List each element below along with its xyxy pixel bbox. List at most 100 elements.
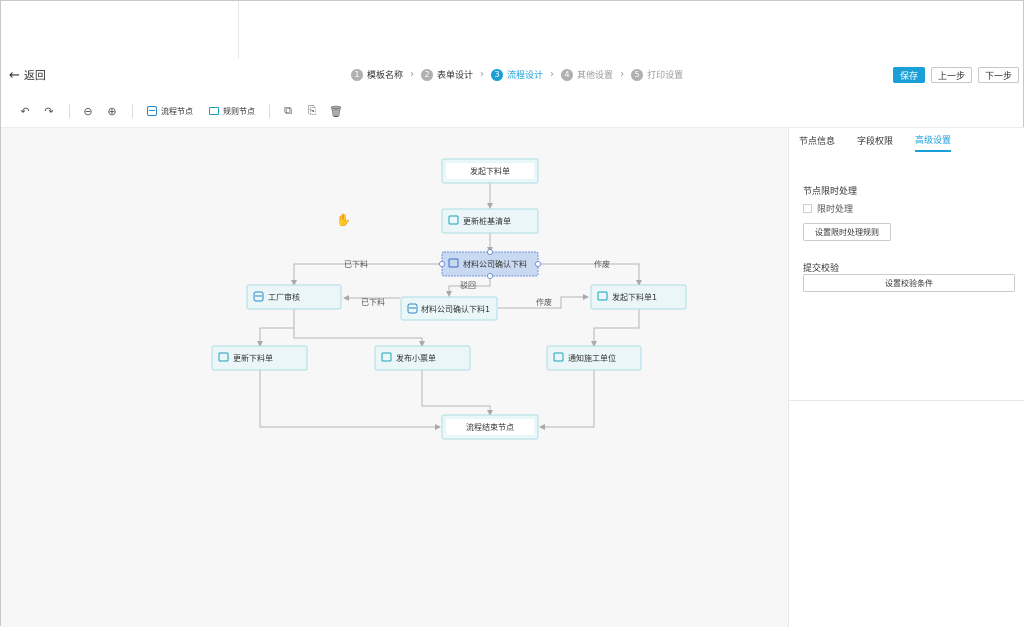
submit-check-button[interactable]: 设置校验条件: [803, 274, 1015, 292]
top-divider: [238, 1, 239, 59]
step-1[interactable]: 1 模板名称: [351, 68, 403, 81]
paste-button[interactable]: ⎘: [306, 104, 318, 117]
submit-check-title: 提交校验: [803, 264, 840, 274]
rule-node-label: 规则节点: [223, 106, 255, 116]
redo-button[interactable]: ↷: [43, 104, 55, 118]
redo-icon: ↷: [44, 104, 54, 118]
tab-node-info[interactable]: 节点信息: [799, 128, 835, 152]
paste-icon: ⎘: [307, 104, 317, 117]
node-factory-label: 工厂审核: [268, 292, 300, 302]
undo-icon: ↶: [20, 104, 30, 118]
anchor-handle[interactable]: [487, 249, 493, 255]
time-limit-rule-button[interactable]: 设置限时处理规则: [803, 223, 891, 241]
step-1-number: 1: [351, 68, 363, 81]
copy-button[interactable]: ⧉: [282, 104, 294, 117]
anchor-handle[interactable]: [439, 261, 445, 267]
flow-canvas[interactable]: 已下料 作废 驳回 已下料 作废 发起下料单 更新桩基清单 材料公司确认下料 工…: [1, 128, 788, 627]
node-notify[interactable]: 通知施工单位: [546, 345, 642, 371]
chevron-right-icon: ›: [480, 69, 485, 80]
edge-label-void-mid: 作废: [536, 297, 552, 307]
back-label: 返回: [23, 69, 46, 82]
panel-divider: [789, 400, 1024, 401]
node-start[interactable]: 发起下料单: [441, 158, 539, 184]
back-button[interactable]: ← 返回: [9, 67, 46, 83]
step-4-number: 4: [561, 68, 574, 81]
chevron-right-icon: ›: [620, 69, 625, 80]
flow-node-icon: [147, 106, 157, 116]
step-2-label: 表单设计: [437, 71, 474, 81]
step-indicator: 1 模板名称 › 2 表单设计 › 3 流程设计 › 4 其他设置 › 5 打印…: [351, 68, 683, 81]
step-1-label: 模板名称: [367, 71, 404, 81]
flow-node-button[interactable]: 流程节点: [147, 106, 193, 117]
step-5-label: 打印设置: [647, 71, 684, 81]
zoom-out-button[interactable]: ⊖: [82, 104, 94, 118]
time-limit-checkbox-row[interactable]: 限时处理: [803, 202, 853, 215]
copy-icon: ⧉: [284, 104, 292, 117]
properties-panel: 节点信息 字段权限 高级设置 节点限时处理 限时处理 设置限时处理规则 提交校验…: [788, 128, 1024, 627]
zoom-out-icon: ⊖: [83, 104, 93, 118]
toolbar-divider: [132, 104, 133, 118]
step-3[interactable]: 3 流程设计: [491, 68, 543, 81]
zoom-in-icon: ⊕: [107, 104, 117, 118]
next-step-button[interactable]: 下一步: [977, 67, 1019, 83]
app-window: ← 返回 1 模板名称 › 2 表单设计 › 3 流程设计 › 4 其他设置 ›…: [0, 0, 1024, 627]
arrow-left-icon: ←: [9, 67, 20, 83]
node-confirm-selected[interactable]: 材料公司确认下料: [439, 249, 541, 279]
tab-field-permissions[interactable]: 字段权限: [857, 128, 893, 152]
node-update-bom[interactable]: 更新桩基清单: [441, 208, 539, 234]
step-4-label: 其他设置: [577, 71, 614, 81]
edge-notify-to-end: [539, 370, 595, 430]
prev-step-button[interactable]: 上一步: [930, 67, 972, 83]
toolbar-divider: [269, 104, 270, 118]
toolbar: ↶ ↷ ⊖ ⊕ 流程节点 规则节点 ⧉ ⎘ 🗑: [1, 97, 1024, 125]
edge-publish-to-end: [421, 370, 493, 416]
save-button[interactable]: 保存: [892, 67, 925, 83]
step-5-number: 5: [631, 68, 644, 81]
step-5[interactable]: 5 打印设置: [631, 68, 683, 81]
time-limit-checkbox[interactable]: [803, 204, 812, 213]
edge-start1-to-notify: [591, 309, 640, 347]
zoom-in-button[interactable]: ⊕: [106, 104, 118, 118]
node-update-order[interactable]: 更新下料单: [211, 345, 308, 371]
rule-node-button[interactable]: 规则节点: [209, 106, 255, 117]
node-end-label: 流程结束节点: [466, 422, 514, 432]
step-4[interactable]: 4 其他设置: [561, 68, 613, 81]
node-notify-label: 通知施工单位: [568, 353, 616, 363]
anchor-handle[interactable]: [487, 273, 493, 279]
node-confirm1[interactable]: 材料公司确认下料1: [400, 296, 498, 321]
node-start-label: 发起下料单: [470, 166, 510, 176]
toolbar-divider: [69, 104, 70, 118]
time-limit-title: 节点限时处理: [803, 187, 858, 197]
panel-tabs: 节点信息 字段权限 高级设置: [789, 128, 1024, 152]
edge-label-void-right: 作废: [594, 259, 610, 269]
top-blank-area: [1, 1, 1024, 59]
anchor-handle[interactable]: [535, 261, 541, 267]
edge-confirm-to-start1: [538, 263, 642, 286]
node-start1[interactable]: 发起下料单1: [590, 284, 687, 310]
edge-factory-to-update-order: [257, 309, 295, 347]
flow-node-label: 流程节点: [161, 106, 193, 116]
trash-icon: 🗑: [329, 104, 343, 118]
tab-advanced-settings[interactable]: 高级设置: [915, 128, 952, 152]
edge-label-issued-left: 已下料: [344, 259, 368, 269]
flow-diagram: 已下料 作废 驳回 已下料 作废 发起下料单 更新桩基清单 材料公司确认下料 工…: [211, 158, 687, 440]
undo-button[interactable]: ↶: [19, 104, 31, 118]
hand-cursor-icon: ✋: [336, 213, 351, 227]
edge-update-order-to-end: [259, 370, 441, 430]
edge-confirm-to-factory: [291, 263, 442, 286]
node-end[interactable]: 流程结束节点: [441, 414, 539, 440]
node-publish-label: 发布小票单: [396, 353, 436, 363]
step-2[interactable]: 2 表单设计: [421, 68, 473, 81]
node-start1-label: 发起下料单1: [612, 292, 657, 302]
chevron-right-icon: ›: [410, 69, 415, 80]
node-confirm-label: 材料公司确认下料: [463, 259, 527, 269]
node-factory[interactable]: 工厂审核: [246, 284, 342, 310]
step-3-number: 3: [491, 68, 504, 81]
rule-node-icon: [209, 107, 219, 115]
node-publish[interactable]: 发布小票单: [374, 345, 471, 371]
chevron-right-icon: ›: [550, 69, 555, 80]
node-update-bom-label: 更新桩基清单: [463, 216, 511, 226]
step-3-label: 流程设计: [507, 71, 544, 81]
header-bar: ← 返回 1 模板名称 › 2 表单设计 › 3 流程设计 › 4 其他设置 ›…: [1, 59, 1024, 91]
delete-button[interactable]: 🗑: [329, 104, 343, 118]
